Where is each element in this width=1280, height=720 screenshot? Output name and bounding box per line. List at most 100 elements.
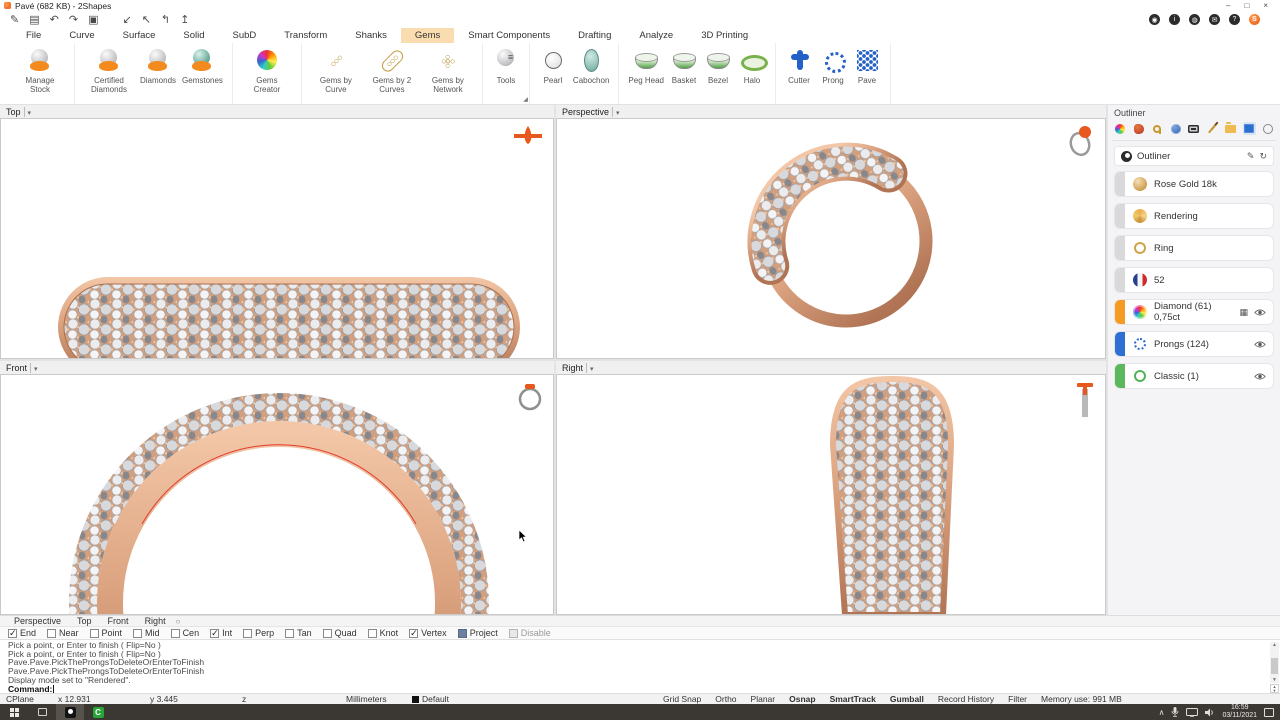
import-icon[interactable]: ↙ xyxy=(122,13,131,27)
globe-icon[interactable] xyxy=(1169,122,1181,135)
drag-handle[interactable] xyxy=(1115,204,1125,228)
osnap-toggle[interactable]: Point xyxy=(90,628,123,638)
osnap-toggle[interactable]: Near xyxy=(47,628,79,638)
tray-expand-icon[interactable]: ∧ xyxy=(1159,708,1165,717)
outliner-item[interactable]: Ring xyxy=(1114,235,1274,261)
info-icon[interactable]: i xyxy=(1169,14,1180,25)
status-toggle[interactable]: Ortho xyxy=(708,694,743,704)
ribbon-button[interactable]: Tools xyxy=(489,45,523,87)
color-wheel-icon[interactable] xyxy=(1114,122,1126,135)
viewport-menu-chevron-icon[interactable] xyxy=(586,363,594,373)
scrollbar-thumb[interactable] xyxy=(1271,658,1278,674)
outliner-item[interactable]: Classic (1) xyxy=(1114,363,1274,389)
viewport-front-canvas[interactable] xyxy=(0,374,554,615)
osnap-toggle[interactable]: Quad xyxy=(323,628,357,638)
scroll-up-icon[interactable]: ▲ xyxy=(1272,642,1277,648)
ribbon-tab[interactable]: Shanks xyxy=(341,28,401,43)
layer-indicator[interactable]: Default xyxy=(406,694,526,704)
ribbon-button[interactable]: Pearl xyxy=(536,45,570,87)
viewport-tab[interactable]: Right xyxy=(137,616,174,626)
ribbon-tab[interactable]: Curve xyxy=(55,28,108,43)
stone-table-icon[interactable]: ▦ xyxy=(1239,307,1248,318)
command-resize-spinner[interactable]: ▲▼ xyxy=(1270,684,1279,693)
viewport-menu-chevron-icon[interactable] xyxy=(30,363,38,373)
osnap-toggle[interactable]: Vertex xyxy=(409,628,447,638)
viewport-perspective-titlebar[interactable]: Perspective xyxy=(556,105,1106,118)
viewport-front-titlebar[interactable]: Front xyxy=(0,361,554,374)
ribbon-tab[interactable]: Transform xyxy=(270,28,341,43)
eye-icon[interactable]: ◍ xyxy=(1189,14,1200,25)
osnap-checkbox[interactable] xyxy=(90,629,99,638)
minimize-button[interactable]: – xyxy=(1226,1,1230,10)
save-icon[interactable]: ▣ xyxy=(88,13,98,27)
ribbon-button[interactable]: Gems by Network xyxy=(420,45,476,96)
ribbon-tab[interactable]: 3D Printing xyxy=(687,28,762,43)
start-button[interactable] xyxy=(0,704,28,720)
osnap-checkbox[interactable] xyxy=(509,629,518,638)
osnap-checkbox[interactable] xyxy=(47,629,56,638)
ribbon-button[interactable]: Gems by Curve xyxy=(308,45,364,96)
record-icon[interactable]: ◉ xyxy=(1149,14,1160,25)
units-indicator[interactable]: Millimeters xyxy=(340,694,406,704)
ribbon-button[interactable]: Halo xyxy=(735,45,769,87)
panel-icon[interactable] xyxy=(1243,122,1255,135)
osnap-checkbox[interactable] xyxy=(133,629,142,638)
status-toggle[interactable]: Osnap xyxy=(782,694,822,704)
export-icon[interactable]: ↥ xyxy=(180,13,189,27)
ribbon-button[interactable]: Basket xyxy=(667,45,701,87)
chat-icon[interactable]: ✉ xyxy=(1209,14,1220,25)
outliner-item[interactable]: Diamond (61) 0,75ct ▦ xyxy=(1114,299,1274,325)
viewport-menu-chevron-icon[interactable] xyxy=(24,107,32,117)
viewport-perspective-canvas[interactable] xyxy=(556,118,1106,359)
tools-expand-corner-icon[interactable]: ◢ xyxy=(523,96,528,103)
osnap-toggle[interactable]: End xyxy=(8,628,36,638)
osnap-checkbox[interactable] xyxy=(409,629,418,638)
drag-handle[interactable] xyxy=(1115,236,1125,260)
viewport-top-canvas[interactable] xyxy=(0,118,554,359)
redo-icon[interactable]: ↷ xyxy=(69,13,78,27)
task-view-button[interactable] xyxy=(28,704,56,720)
close-button[interactable]: × xyxy=(1263,1,1268,10)
ribbon-tab[interactable]: Smart Components xyxy=(454,28,564,43)
ribbon-button[interactable]: Pave xyxy=(850,45,884,87)
cplane-indicator[interactable]: CPlane xyxy=(0,694,52,704)
drag-handle[interactable] xyxy=(1115,172,1125,196)
ribbon-button[interactable]: Certified Diamonds xyxy=(81,45,137,96)
ribbon-button[interactable]: Peg Head xyxy=(625,45,667,87)
ribbon-button[interactable]: Gemstones xyxy=(179,45,226,87)
osnap-toggle[interactable]: Disable xyxy=(509,628,551,638)
undo-icon[interactable]: ↶ xyxy=(50,13,59,27)
orientation-ring-front-icon[interactable] xyxy=(517,381,543,413)
edit-pencil-icon[interactable]: ✎ xyxy=(1247,151,1255,162)
logo-2shapes-icon[interactable]: S xyxy=(1249,14,1260,25)
folder-icon[interactable] xyxy=(1225,122,1237,135)
osnap-checkbox[interactable] xyxy=(210,629,219,638)
osnap-toggle[interactable]: Int xyxy=(210,628,232,638)
drag-handle[interactable] xyxy=(1115,332,1125,356)
viewport-menu-chevron-icon[interactable] xyxy=(612,107,620,117)
ribbon-tab[interactable]: SubD xyxy=(219,28,271,43)
drag-handle[interactable] xyxy=(1115,268,1125,292)
orientation-ring-perspective-icon[interactable] xyxy=(1067,125,1095,157)
outliner-item[interactable]: Rose Gold 18k xyxy=(1114,171,1274,197)
ribbon-tab[interactable]: Gems xyxy=(401,28,454,43)
outliner-item[interactable]: 52 xyxy=(1114,267,1274,293)
outliner-item[interactable]: Rendering xyxy=(1114,203,1274,229)
osnap-checkbox[interactable] xyxy=(285,629,294,638)
command-scrollbar[interactable]: ▲ ▼ xyxy=(1270,642,1279,683)
orientation-ring-right-icon[interactable] xyxy=(1075,381,1095,417)
taskbar-app-camtasia[interactable]: C xyxy=(84,704,112,720)
help-icon[interactable]: ? xyxy=(1229,14,1240,25)
new-viewport-icon[interactable]: ○ xyxy=(176,617,181,626)
osnap-checkbox[interactable] xyxy=(243,629,252,638)
drag-handle[interactable] xyxy=(1115,300,1125,324)
ribbon-button[interactable]: Manage Stock xyxy=(12,45,68,96)
ribbon-tab[interactable]: Solid xyxy=(169,28,218,43)
status-toggle[interactable]: Gumball xyxy=(883,694,931,704)
ribbon-button[interactable]: Gems by 2 Curves xyxy=(364,45,420,96)
ribbon-button[interactable]: Prong xyxy=(816,45,850,87)
ribbon-button[interactable]: Diamonds xyxy=(137,45,179,87)
ribbon-tab[interactable]: Drafting xyxy=(564,28,625,43)
osnap-toggle[interactable]: Project xyxy=(458,628,498,638)
viewport-right-canvas[interactable] xyxy=(556,374,1106,615)
